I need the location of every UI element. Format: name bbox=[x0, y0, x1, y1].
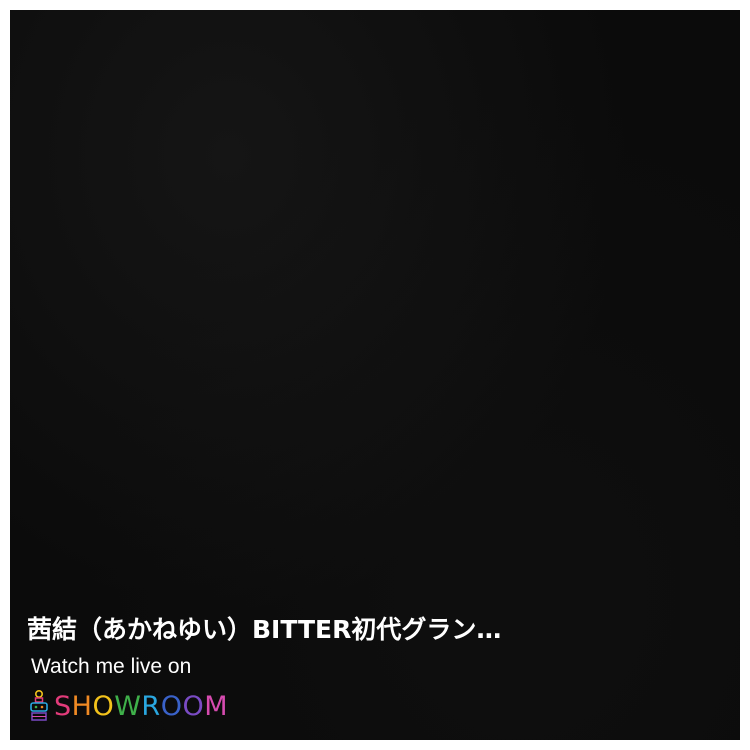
watch-live-text: Watch me live on bbox=[31, 655, 192, 678]
showroom-logo-text: SHOWROOM bbox=[54, 691, 228, 722]
video-thumbnail[interactable]: 茜結（あかねゆい）BITTER初代グラン… Watch me live on S… bbox=[10, 10, 740, 740]
brand-letter: R bbox=[141, 690, 161, 722]
brand-letter: O bbox=[92, 690, 115, 722]
brand-letter: S bbox=[54, 690, 72, 722]
showroom-brand[interactable]: SHOWROOM bbox=[28, 686, 228, 726]
brand-letter: H bbox=[71, 690, 93, 722]
showroom-logo-icon bbox=[30, 689, 48, 721]
video-title[interactable]: 茜結（あかねゆい）BITTER初代グラン… bbox=[27, 610, 717, 646]
brand-letter: O bbox=[160, 690, 183, 722]
brand-letter: W bbox=[114, 690, 142, 722]
brand-letter: O bbox=[182, 690, 205, 722]
brand-letter: M bbox=[204, 690, 229, 722]
